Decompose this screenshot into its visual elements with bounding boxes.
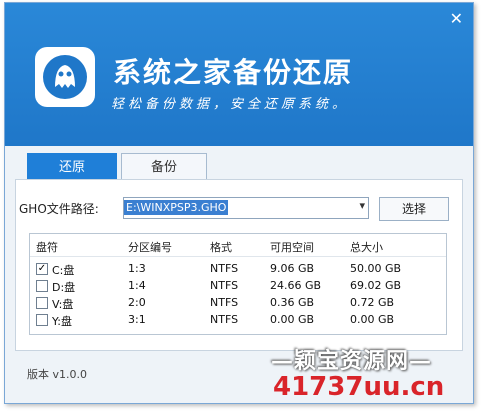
total-cell: 50.00 GB [350, 262, 402, 275]
table-row[interactable]: Y:盘 3:1 NTFS 0.00 GB 0.00 GB [30, 311, 446, 328]
row-checkbox[interactable] [36, 280, 48, 292]
gho-path-value: E:\WINXPSP3.GHO [124, 200, 229, 215]
format-cell: NTFS [210, 296, 239, 309]
partition-table: 盘符 分区编号 格式 可用空间 总大小 ✓ C:盘 1:3 NTFS 9.06 … [29, 233, 447, 335]
gho-path-select[interactable]: E:\WINXPSP3.GHO ▾ [123, 197, 369, 219]
header-banner: 系统之家备份还原 轻松备份数据，安全还原系统。 ✕ [5, 3, 473, 146]
row-checkbox[interactable] [36, 297, 48, 309]
chevron-down-icon[interactable]: ▾ [359, 199, 365, 212]
partition-cell: 3:1 [128, 313, 146, 326]
row-checkbox[interactable] [36, 314, 48, 326]
browse-button[interactable]: 选择 [379, 197, 449, 221]
table-header: 盘符 分区编号 格式 可用空间 总大小 [30, 234, 446, 257]
watermark-prefix: 417 [273, 372, 328, 402]
column-header-format: 格式 [210, 241, 232, 254]
watermark-text: —颖宝资源网— [271, 348, 433, 374]
table-row[interactable]: V:盘 2:0 NTFS 0.36 GB 0.72 GB [30, 294, 446, 311]
drive-cell: D:盘 [52, 281, 76, 294]
total-cell: 69.02 GB [350, 279, 402, 292]
watermark-domain: 41737uu.cn [273, 372, 444, 402]
table-row[interactable]: D:盘 1:4 NTFS 24.66 GB 69.02 GB [30, 277, 446, 294]
free-cell: 0.00 GB [270, 313, 315, 326]
format-cell: NTFS [210, 279, 239, 292]
column-header-partition: 分区编号 [128, 241, 172, 254]
drive-cell: C:盘 [52, 264, 75, 277]
watermark-main: 37uu.cn [327, 372, 445, 402]
partition-cell: 2:0 [128, 296, 146, 309]
column-header-drive: 盘符 [36, 241, 58, 254]
table-row[interactable]: ✓ C:盘 1:3 NTFS 9.06 GB 50.00 GB [30, 260, 446, 277]
close-icon[interactable]: ✕ [450, 9, 463, 28]
app-title: 系统之家备份还原 [113, 56, 354, 89]
version-label: 版本 v1.0.0 [27, 368, 87, 381]
format-cell: NTFS [210, 313, 239, 326]
format-cell: NTFS [210, 262, 239, 275]
gho-path-label: GHO文件路径: [19, 202, 99, 216]
ghost-logo-icon [35, 47, 95, 107]
partition-cell: 1:3 [128, 262, 146, 275]
free-cell: 9.06 GB [270, 262, 315, 275]
drive-cell: V:盘 [52, 298, 74, 311]
app-subtitle: 轻松备份数据，安全还原系统。 [111, 97, 350, 112]
total-cell: 0.72 GB [350, 296, 395, 309]
tab-restore[interactable]: 还原 [27, 153, 117, 182]
row-checkbox[interactable]: ✓ [36, 263, 48, 275]
column-header-free: 可用空间 [270, 241, 314, 254]
total-cell: 0.00 GB [350, 313, 395, 326]
tab-backup[interactable]: 备份 [121, 153, 207, 182]
free-cell: 0.36 GB [270, 296, 315, 309]
app-window: 系统之家备份还原 轻松备份数据，安全还原系统。 ✕ 还原 备份 GHO文件路径:… [4, 2, 474, 404]
column-header-total: 总大小 [350, 241, 383, 254]
partition-cell: 1:4 [128, 279, 146, 292]
drive-cell: Y:盘 [52, 315, 72, 328]
free-cell: 24.66 GB [270, 279, 322, 292]
